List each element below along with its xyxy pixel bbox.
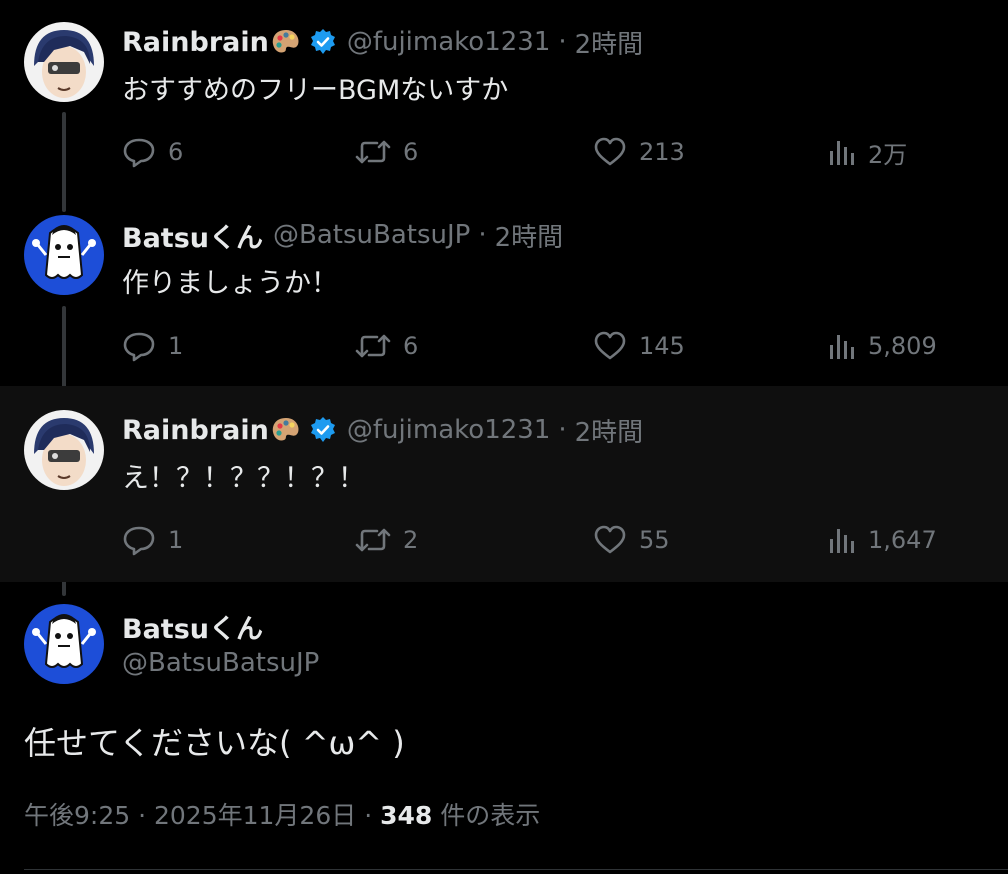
timestamp[interactable]: 2時間	[575, 412, 644, 449]
like-button[interactable]: 213	[593, 134, 685, 170]
action-bar: 1 2 55 1,647	[122, 522, 952, 558]
artist-palette-icon	[271, 28, 301, 56]
analytics-icon	[828, 137, 856, 167]
repost-button[interactable]: 6	[355, 134, 418, 170]
tweet-text: 作りましょうか！	[122, 268, 338, 299]
heart-icon	[593, 524, 627, 556]
view-label: 件の表示	[440, 801, 541, 830]
heart-icon	[593, 136, 627, 168]
repost-count: 6	[403, 138, 419, 166]
repost-count: 6	[403, 332, 419, 360]
repost-button[interactable]: 6	[355, 328, 418, 364]
handle[interactable]: @fujimako1231	[347, 27, 551, 57]
tweet-text: え！？！？？！？！	[122, 463, 365, 494]
action-bar: 6 6 213 2万	[122, 134, 952, 170]
tweet-meta: 午後9:25 · 2025年11月26日 · 348 件の表示	[24, 796, 540, 832]
avatar-batsu[interactable]	[24, 215, 104, 295]
main-tweet-text: 任せてくださいな( ^ω^ )	[24, 724, 405, 762]
separator-dot: ·	[558, 415, 567, 445]
reply-button[interactable]: 1	[122, 522, 183, 558]
action-bar: 1 6 145 5,809	[122, 328, 952, 364]
separator-dot: ·	[478, 220, 487, 250]
tweet-date[interactable]: 2025年11月26日	[154, 801, 356, 830]
divider	[24, 869, 1008, 870]
avatar-rainbrain[interactable]	[24, 410, 104, 490]
like-button[interactable]: 145	[593, 328, 685, 364]
like-count: 213	[639, 138, 685, 166]
separator-dot: ·	[558, 27, 567, 57]
reply-icon	[122, 524, 156, 556]
display-name[interactable]: Batsuくん	[122, 216, 263, 255]
timestamp[interactable]: 2時間	[575, 24, 644, 61]
views-count: 1,647	[868, 526, 937, 554]
reply-count: 1	[168, 332, 184, 360]
verified-badge-icon	[309, 416, 337, 444]
tweet-time[interactable]: 午後9:25	[24, 801, 130, 830]
like-count: 145	[639, 332, 685, 360]
tweet-header: Rainbrain @fujimako1231 · 2時間	[122, 24, 643, 60]
reply-button[interactable]: 1	[122, 328, 183, 364]
view-count[interactable]: 348	[380, 801, 432, 830]
verified-badge-icon	[309, 28, 337, 56]
like-button[interactable]: 55	[593, 522, 670, 558]
timestamp[interactable]: 2時間	[495, 217, 564, 254]
tweet-header: Batsuくん @BatsuBatsuJP · 2時間	[122, 216, 564, 255]
reply-tweet[interactable]: Batsuくん @BatsuBatsuJP · 2時間 作りましょうか！ 1 6…	[0, 193, 1008, 386]
repost-icon	[355, 330, 391, 362]
repost-button[interactable]: 2	[355, 522, 418, 558]
reply-button[interactable]: 6	[122, 134, 183, 170]
reply-count: 1	[168, 526, 184, 554]
tweet-text: おすすめのフリーBGMないすか	[122, 75, 509, 106]
artist-palette-icon	[271, 416, 301, 444]
views-button[interactable]: 2万	[828, 134, 907, 170]
reply-icon	[122, 136, 156, 168]
heart-icon	[593, 330, 627, 362]
repost-count: 2	[403, 526, 419, 554]
handle[interactable]: @fujimako1231	[347, 415, 551, 445]
views-count: 2万	[868, 140, 908, 169]
display-name[interactable]: Rainbrain	[122, 415, 269, 446]
analytics-icon	[828, 331, 856, 361]
views-button[interactable]: 1,647	[828, 522, 937, 558]
main-display-name[interactable]: Batsuくん	[122, 607, 263, 646]
avatar-batsu[interactable]	[24, 604, 104, 684]
reply-icon	[122, 330, 156, 362]
reply-tweet[interactable]: Rainbrain @fujimako1231 · 2時間 おすすめのフリーBG…	[0, 0, 1008, 193]
handle[interactable]: @BatsuBatsuJP	[273, 220, 470, 250]
views-count: 5,809	[868, 332, 937, 360]
separator-dot: ·	[138, 801, 147, 830]
display-name[interactable]: Rainbrain	[122, 27, 269, 58]
analytics-icon	[828, 525, 856, 555]
avatar-rainbrain[interactable]	[24, 22, 104, 102]
reply-count: 6	[168, 138, 184, 166]
like-count: 55	[639, 526, 670, 554]
separator-dot: ·	[364, 801, 373, 830]
views-button[interactable]: 5,809	[828, 328, 937, 364]
repost-icon	[355, 136, 391, 168]
main-handle[interactable]: @BatsuBatsuJP	[122, 648, 319, 678]
tweet-header: Rainbrain @fujimako1231 · 2時間	[122, 412, 643, 448]
reply-tweet[interactable]: Rainbrain @fujimako1231 · 2時間 え！？！？？！？！	[0, 386, 1008, 582]
repost-icon	[355, 524, 391, 556]
